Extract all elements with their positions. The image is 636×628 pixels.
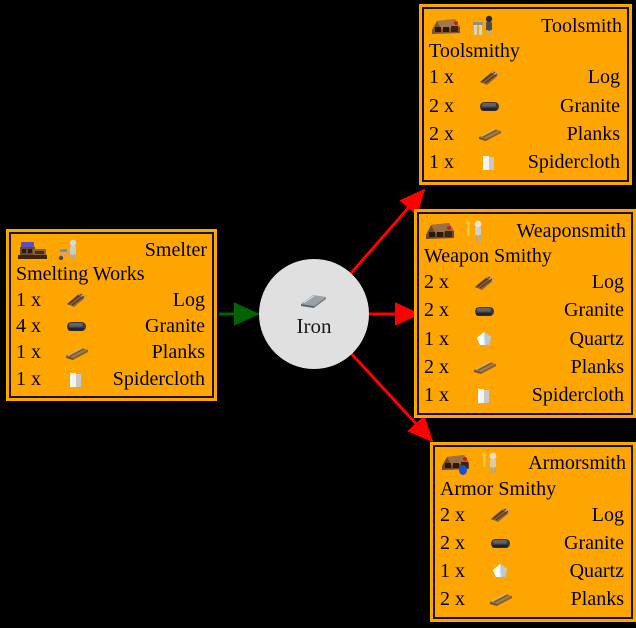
iron-bar-icon [297, 290, 331, 312]
planks-icon [62, 343, 92, 363]
node-weaponsmith-subtitle: Weapon Smithy [424, 245, 552, 268]
requirement-row: 1 x Quartz [440, 557, 626, 585]
requirement-label: Planks [570, 587, 624, 610]
requirement-count: 2 x [424, 271, 449, 294]
log-icon [475, 68, 505, 88]
requirement-label: Quartz [569, 559, 624, 582]
node-toolsmith-title: Toolsmith [541, 14, 622, 37]
requirement-row: 2 x Planks [440, 585, 626, 613]
node-iron[interactable]: Iron [259, 259, 369, 369]
requirement-row: 2 x Planks [429, 120, 622, 148]
requirement-label: Log [591, 504, 624, 527]
requirement-label: Spidercloth [112, 367, 205, 390]
spidercloth-icon [470, 385, 500, 405]
requirement-row: 2 x Log [424, 269, 626, 297]
requirement-label: Planks [566, 122, 620, 145]
production-chain-graph: Smelter Smelting Works 1 x Log 4 x Grani… [0, 0, 636, 628]
requirement-count: 2 x [424, 355, 449, 378]
planks-icon [486, 589, 516, 609]
edge-iron-to-toolsmith [344, 188, 426, 280]
requirement-label: Granite [564, 299, 624, 322]
requirement-count: 2 x [440, 532, 465, 555]
granite-icon [470, 301, 500, 321]
granite-icon [62, 316, 92, 336]
quartz-icon [486, 561, 516, 581]
requirement-count: 2 x [429, 94, 454, 117]
node-smelter-subtitle: Smelting Works [16, 263, 145, 286]
requirement-label: Granite [145, 315, 205, 338]
requirement-row: 1 x Spidercloth [424, 381, 626, 409]
toolsmith-worker-icon [469, 14, 499, 38]
requirement-label: Log [591, 271, 624, 294]
requirement-row: 1 x Planks [16, 339, 207, 365]
requirement-row: 1 x Quartz [424, 325, 626, 353]
node-toolsmith-subtitle: Toolsmithy [429, 40, 520, 63]
requirement-row: 4 x Granite [16, 313, 207, 339]
smelter-building-icon [16, 238, 50, 262]
node-smelter-header: Smelter [16, 237, 207, 262]
requirement-count: 1 x [16, 367, 41, 390]
requirement-count: 1 x [424, 383, 449, 406]
node-weaponsmith[interactable]: Weaponsmith Weapon Smithy 2 x Log 2 x Gr… [414, 209, 636, 418]
node-weaponsmith-title: Weaponsmith [516, 219, 626, 242]
node-smelter-title: Smelter [144, 238, 207, 261]
armorsmith-worker-icon [480, 451, 504, 475]
granite-icon [486, 533, 516, 553]
requirement-row: 2 x Granite [440, 529, 626, 557]
requirement-row: 1 x Log [16, 287, 207, 313]
requirement-count: 1 x [429, 150, 454, 173]
requirement-row: 2 x Granite [424, 297, 626, 325]
requirement-label: Quartz [569, 327, 624, 350]
planks-icon [470, 357, 500, 377]
requirement-count: 4 x [16, 315, 41, 338]
node-armorsmith-title: Armorsmith [528, 452, 626, 475]
quartz-icon [470, 329, 500, 349]
requirement-count: 1 x [440, 559, 465, 582]
requirement-label: Planks [570, 355, 624, 378]
requirement-count: 2 x [429, 122, 454, 145]
planks-icon [475, 124, 505, 144]
weaponsmith-worker-icon [462, 219, 488, 243]
spidercloth-icon [62, 369, 92, 389]
node-weaponsmith-header: Weaponsmith [424, 217, 626, 244]
requirement-label: Log [587, 66, 620, 89]
requirement-label: Granite [564, 532, 624, 555]
requirement-row: 1 x Spidercloth [429, 148, 622, 176]
requirement-count: 1 x [424, 327, 449, 350]
node-toolsmith-header: Toolsmith [429, 12, 622, 39]
requirement-row: 2 x Log [440, 501, 626, 529]
node-toolsmith[interactable]: Toolsmith Toolsmithy 1 x Log 2 x Granite… [419, 4, 632, 185]
log-icon [62, 290, 92, 310]
requirement-row: 1 x Log [429, 64, 622, 92]
granite-icon [475, 96, 505, 116]
requirement-row: 2 x Granite [429, 92, 622, 120]
requirement-label: Granite [560, 94, 620, 117]
requirement-label: Log [172, 288, 205, 311]
requirement-count: 2 x [440, 504, 465, 527]
requirement-count: 1 x [16, 341, 41, 364]
node-armorsmith[interactable]: Armorsmith Armor Smithy 2 x Log 2 x Gran… [430, 442, 636, 622]
requirement-label: Spidercloth [527, 150, 620, 173]
requirement-row: 2 x Planks [424, 353, 626, 381]
requirement-count: 1 x [16, 288, 41, 311]
toolsmith-building-icon [429, 14, 465, 38]
spidercloth-icon [475, 152, 505, 172]
node-armorsmith-subtitle: Armor Smithy [440, 477, 557, 500]
log-icon [470, 273, 500, 293]
requirement-row: 1 x Spidercloth [16, 366, 207, 392]
requirement-label: Spidercloth [531, 383, 624, 406]
requirement-count: 1 x [429, 66, 454, 89]
log-icon [486, 505, 516, 525]
smelter-worker-icon [54, 238, 82, 262]
weaponsmith-building-icon [424, 219, 458, 243]
requirement-count: 2 x [440, 587, 465, 610]
node-armorsmith-header: Armorsmith [440, 450, 626, 477]
requirement-count: 2 x [424, 299, 449, 322]
armorsmith-building-icon [440, 451, 476, 476]
node-smelter[interactable]: Smelter Smelting Works 1 x Log 4 x Grani… [6, 229, 217, 401]
node-iron-label: Iron [296, 313, 332, 338]
requirement-label: Planks [151, 341, 205, 364]
